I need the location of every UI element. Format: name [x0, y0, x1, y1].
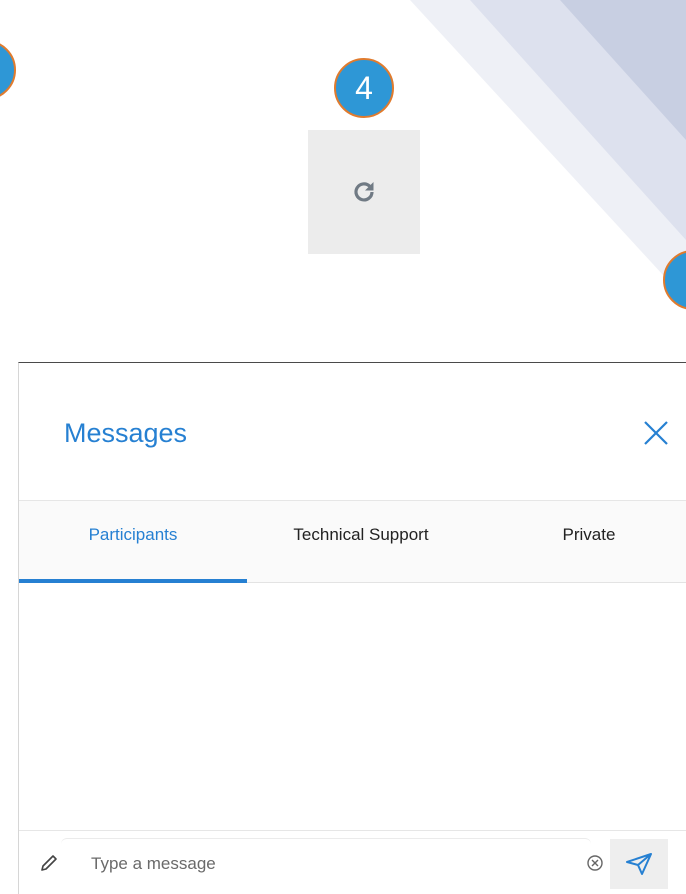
clear-circle-x-icon[interactable]	[586, 854, 604, 872]
message-composer	[19, 830, 686, 894]
message-input[interactable]	[61, 838, 591, 888]
tab-bar: Participants Technical Support Private	[19, 501, 686, 583]
send-button[interactable]	[610, 839, 668, 889]
page: 4 Messages Participants Technical Suppor…	[0, 0, 686, 894]
tab-private[interactable]: Private	[475, 501, 686, 582]
paper-plane-send-icon	[626, 853, 652, 875]
refresh-icon	[354, 182, 374, 202]
panel-title: Messages	[64, 418, 188, 448]
panel-header: Messages	[19, 363, 686, 501]
callout-marker-4: 4	[334, 58, 394, 118]
tab-participants[interactable]: Participants	[19, 501, 247, 582]
refresh-button[interactable]	[308, 130, 420, 254]
messages-list[interactable]	[19, 582, 686, 830]
tab-technical-support[interactable]: Technical Support	[247, 501, 475, 582]
messages-panel: Messages Participants Technical Support …	[18, 362, 686, 894]
pencil-icon	[41, 855, 57, 871]
close-button[interactable]	[641, 418, 671, 448]
close-icon	[644, 421, 668, 445]
